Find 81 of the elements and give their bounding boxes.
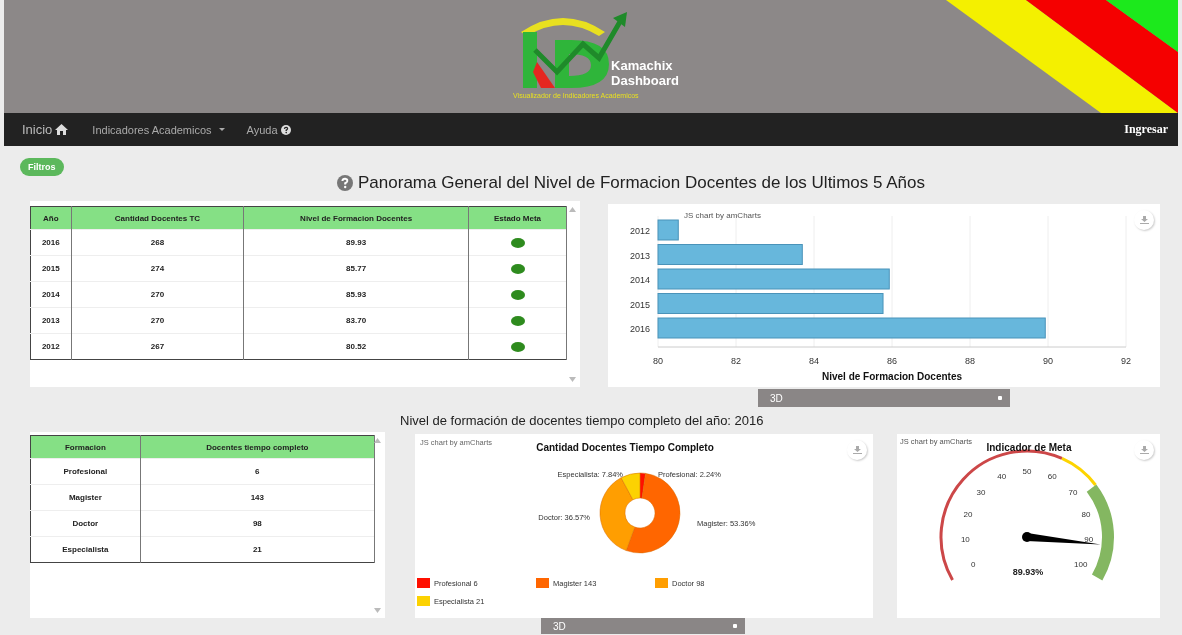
section-title: Nivel de formación de docentes tiempo completo del año: 2016 xyxy=(400,413,765,428)
table-cell: Magister xyxy=(30,484,141,511)
axis-title: Nivel de Formacion Docentes xyxy=(822,371,962,382)
axis-label: 92 xyxy=(1121,356,1131,366)
gauge-tick-label: 90 xyxy=(1084,535,1094,545)
axis-label: 88 xyxy=(965,356,975,366)
table-cell: 2013 xyxy=(30,307,72,334)
column-header: Estado Meta xyxy=(468,206,567,230)
legend-swatch xyxy=(417,596,430,606)
column-header: Nivel de Formacion Docentes xyxy=(243,206,469,230)
table-cell: 270 xyxy=(71,307,244,334)
table-cell: 85.93 xyxy=(243,281,469,308)
axis-label: 2012 xyxy=(629,226,650,236)
axis-label: 82 xyxy=(731,356,741,366)
home-icon xyxy=(55,124,69,135)
axis-label: 90 xyxy=(1043,356,1053,366)
table-cell: 80.52 xyxy=(243,333,469,360)
login-link[interactable]: Ingresar xyxy=(1124,122,1168,137)
table-cell: 274 xyxy=(71,255,244,282)
axis-label: 80 xyxy=(653,356,663,366)
nav-link[interactable]: Indicadores Academicos xyxy=(92,123,225,136)
table-cell: 21 xyxy=(140,536,375,563)
table-cell: 6 xyxy=(140,458,375,485)
table-cell: 267 xyxy=(71,333,244,360)
mode-dropdown[interactable]: 3D xyxy=(541,618,745,634)
download-icon xyxy=(1139,446,1149,454)
axis-label: 84 xyxy=(809,356,819,366)
column-header: Cantidad Docentes TC xyxy=(71,206,244,230)
brand-name: Kamachix xyxy=(611,58,674,73)
gauge-tick-label: 80 xyxy=(1081,509,1091,519)
gauge-tick-label: 10 xyxy=(960,535,970,545)
nav-link[interactable]: Ayuda xyxy=(246,123,291,136)
gauge-tick-label: 70 xyxy=(1068,487,1078,497)
table-cell: Doctor xyxy=(30,510,141,537)
gauge-reading: 89.93% xyxy=(1012,567,1044,577)
chart-credit: JS chart by amCharts xyxy=(684,211,761,220)
table-cell: 270 xyxy=(71,281,244,308)
gauge-tick-label: 30 xyxy=(976,487,986,497)
mode-dropdown[interactable]: 3D xyxy=(758,389,1010,407)
scroll-up-icon[interactable] xyxy=(569,207,576,212)
table-cell: 2014 xyxy=(30,281,72,308)
table-cell: 85.77 xyxy=(243,255,469,282)
table-cell: 143 xyxy=(140,484,375,511)
gauge-tick-label: 60 xyxy=(1047,472,1057,482)
download-icon xyxy=(852,446,862,454)
axis-label: 2015 xyxy=(629,299,650,310)
scroll-down-icon[interactable] xyxy=(569,377,576,382)
gauge-tick-label: 100 xyxy=(1074,560,1088,569)
help-icon xyxy=(280,124,291,135)
axis-label: 2013 xyxy=(629,250,650,261)
nav-link[interactable]: Inicio xyxy=(22,122,69,137)
column-header: Formacion xyxy=(30,435,141,459)
table-cell: 98 xyxy=(140,510,375,537)
table-cell: Especialista xyxy=(30,536,141,563)
column-header: Año xyxy=(30,206,72,230)
download-icon xyxy=(1139,216,1149,224)
axis-label: 2016 xyxy=(629,324,650,334)
table-cell: Profesional xyxy=(30,458,141,485)
axis-label: 86 xyxy=(887,356,897,366)
chart-title: Cantidad Docentes Tiempo Completo xyxy=(536,442,714,453)
page-title: Panorama General del Nivel de Formacion Docentes de los Ultimos 5 Años xyxy=(358,173,925,193)
table-cell: 89.93 xyxy=(243,229,469,256)
brand-name-line: Dashboard xyxy=(611,73,679,88)
legend-swatch xyxy=(536,578,549,588)
gauge-tick-label: 50 xyxy=(1022,467,1032,476)
table-cell: 268 xyxy=(71,229,244,256)
gauge-tick-label: 40 xyxy=(997,472,1007,482)
legend-swatch xyxy=(655,578,668,588)
table-cell: 2016 xyxy=(30,229,72,256)
legend-swatch xyxy=(417,578,430,588)
axis-label: 2014 xyxy=(629,275,650,285)
table-cell: 2012 xyxy=(30,333,72,360)
column-header: Docentes tiempo completo xyxy=(140,435,375,459)
table-cell: 83.70 xyxy=(243,307,469,334)
help-icon xyxy=(337,175,353,191)
scroll-down-icon[interactable] xyxy=(374,608,381,613)
table-cell: 2015 xyxy=(30,255,72,282)
gauge-tick-label: 0 xyxy=(971,560,976,569)
chart-title: Indicador de Meta xyxy=(986,442,1072,453)
gauge-tick-label: 20 xyxy=(963,509,973,519)
scroll-up-icon[interactable] xyxy=(374,438,381,443)
